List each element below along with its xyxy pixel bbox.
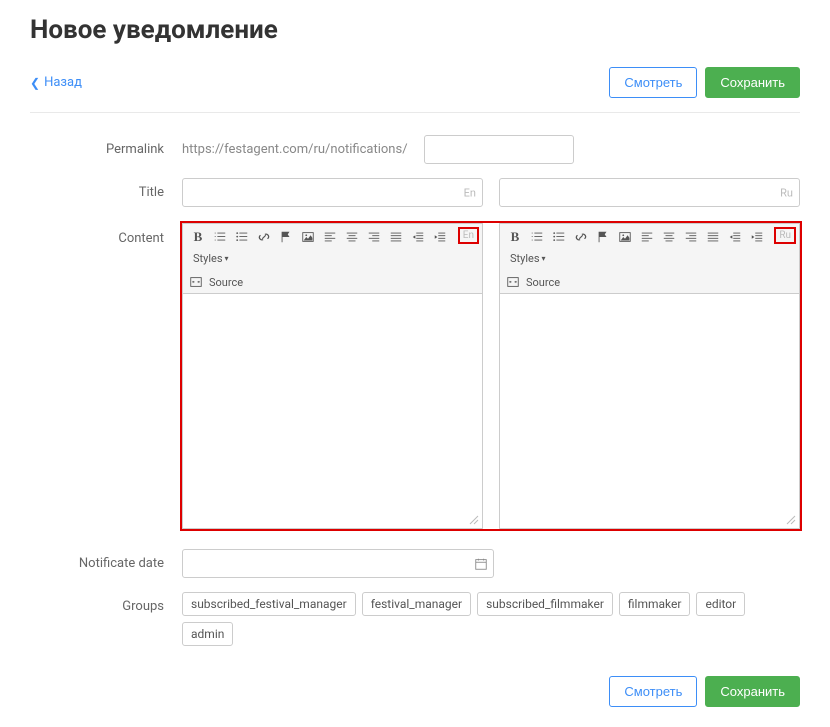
group-tag[interactable]: editor bbox=[696, 592, 745, 616]
editor-en: B Styles ▾ En bbox=[182, 223, 483, 529]
outdent-icon[interactable] bbox=[726, 228, 744, 246]
source-icon[interactable] bbox=[189, 275, 203, 289]
view-button[interactable]: Смотреть bbox=[609, 67, 697, 98]
align-left-icon[interactable] bbox=[321, 228, 339, 246]
align-left-icon[interactable] bbox=[638, 228, 656, 246]
editor-ru-toolbar: B Styles ▾ Ru bbox=[500, 224, 799, 294]
group-tag[interactable]: admin bbox=[182, 622, 233, 646]
styles-dropdown[interactable]: Styles ▾ bbox=[506, 250, 550, 267]
outdent-icon[interactable] bbox=[409, 228, 427, 246]
chevron-down-icon: ▾ bbox=[542, 254, 546, 263]
align-right-icon[interactable] bbox=[682, 228, 700, 246]
editor-ru-body[interactable] bbox=[500, 294, 799, 528]
styles-label: Styles bbox=[193, 252, 223, 265]
unordered-list-icon[interactable] bbox=[550, 228, 568, 246]
group-tag[interactable]: filmmaker bbox=[619, 592, 691, 616]
lang-en-tag: En bbox=[464, 186, 476, 199]
back-label: Назад bbox=[44, 75, 82, 90]
groups-tags: subscribed_festival_manager festival_man… bbox=[182, 592, 800, 646]
permalink-prefix: https://festagent.com/ru/notifications/ bbox=[182, 142, 408, 157]
title-en-input[interactable] bbox=[182, 178, 483, 207]
title-ru-input[interactable] bbox=[499, 178, 800, 207]
back-link[interactable]: ❮ Назад bbox=[30, 75, 82, 90]
title-label: Title bbox=[30, 178, 182, 200]
editor-en-body[interactable] bbox=[183, 294, 482, 528]
page-title: Новое уведомление bbox=[30, 15, 800, 45]
align-justify-icon[interactable] bbox=[387, 228, 405, 246]
link-icon[interactable] bbox=[255, 228, 273, 246]
align-justify-icon[interactable] bbox=[704, 228, 722, 246]
styles-dropdown[interactable]: Styles ▾ bbox=[189, 250, 233, 267]
align-right-icon[interactable] bbox=[365, 228, 383, 246]
permalink-input[interactable] bbox=[424, 135, 574, 164]
source-button[interactable]: Source bbox=[209, 276, 243, 289]
save-button[interactable]: Сохранить bbox=[705, 67, 800, 98]
lang-ru-tag: Ru bbox=[780, 186, 793, 199]
chevron-left-icon: ❮ bbox=[30, 76, 40, 90]
bold-icon[interactable]: B bbox=[189, 228, 207, 246]
indent-icon[interactable] bbox=[748, 228, 766, 246]
bold-icon[interactable]: B bbox=[506, 228, 524, 246]
ordered-list-icon[interactable] bbox=[211, 228, 229, 246]
notificate-date-label: Notificate date bbox=[30, 549, 182, 571]
group-tag[interactable]: subscribed_filmmaker bbox=[477, 592, 613, 616]
source-button[interactable]: Source bbox=[526, 276, 560, 289]
flag-icon[interactable] bbox=[277, 228, 295, 246]
permalink-label: Permalink bbox=[30, 135, 182, 157]
image-icon[interactable] bbox=[616, 228, 634, 246]
source-icon[interactable] bbox=[506, 275, 520, 289]
editor-ru: B Styles ▾ Ru bbox=[499, 223, 800, 529]
groups-label: Groups bbox=[30, 592, 182, 614]
indent-icon[interactable] bbox=[431, 228, 449, 246]
editor-en-lang-tag: En bbox=[458, 227, 479, 244]
styles-label: Styles bbox=[510, 252, 540, 265]
save-button-bottom[interactable]: Сохранить bbox=[705, 676, 800, 707]
flag-icon[interactable] bbox=[594, 228, 612, 246]
align-center-icon[interactable] bbox=[343, 228, 361, 246]
unordered-list-icon[interactable] bbox=[233, 228, 251, 246]
link-icon[interactable] bbox=[572, 228, 590, 246]
calendar-icon[interactable] bbox=[474, 557, 488, 571]
group-tag[interactable]: festival_manager bbox=[362, 592, 471, 616]
editor-ru-lang-tag: Ru bbox=[774, 227, 796, 244]
resize-grip-icon[interactable] bbox=[468, 514, 480, 526]
chevron-down-icon: ▾ bbox=[225, 254, 229, 263]
align-center-icon[interactable] bbox=[660, 228, 678, 246]
image-icon[interactable] bbox=[299, 228, 317, 246]
group-tag[interactable]: subscribed_festival_manager bbox=[182, 592, 356, 616]
content-label: Content bbox=[30, 221, 182, 246]
editor-en-toolbar: B Styles ▾ En bbox=[183, 224, 482, 294]
notificate-date-input[interactable] bbox=[182, 549, 494, 578]
view-button-bottom[interactable]: Смотреть bbox=[609, 676, 697, 707]
ordered-list-icon[interactable] bbox=[528, 228, 546, 246]
resize-grip-icon[interactable] bbox=[785, 514, 797, 526]
